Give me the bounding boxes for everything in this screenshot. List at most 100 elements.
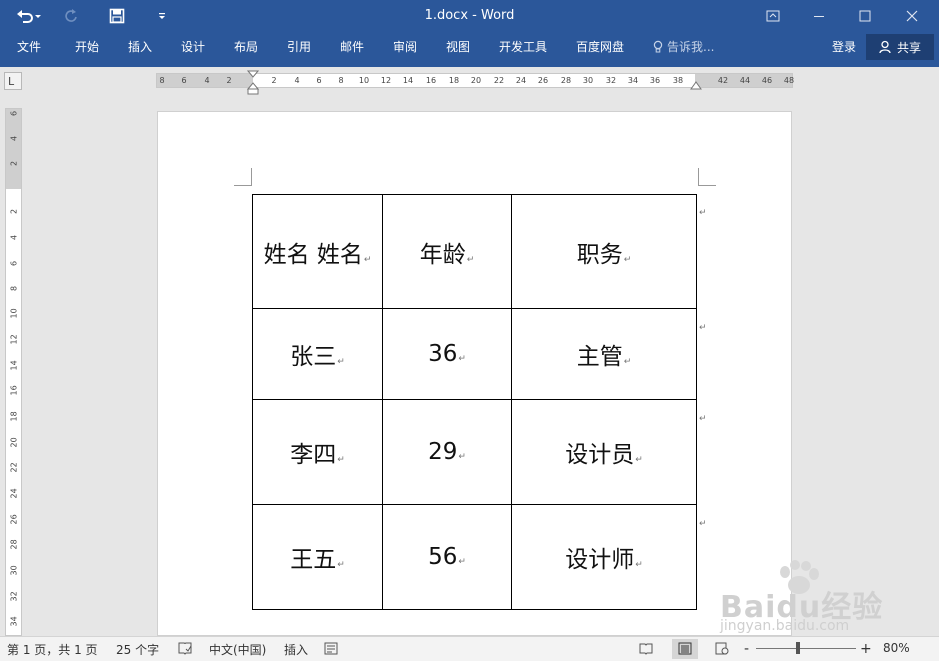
- minimize-icon[interactable]: [796, 0, 842, 32]
- ribbon-display-options-icon[interactable]: [750, 0, 796, 32]
- cell-text: 李四: [290, 442, 337, 468]
- ruler-number: 16: [425, 76, 437, 85]
- ruler-number: 38: [672, 76, 684, 85]
- ruler-number: 2: [9, 160, 19, 167]
- table-cell[interactable]: 王五↵: [252, 504, 383, 610]
- zoom-out-button[interactable]: -: [744, 641, 749, 657]
- table-cell[interactable]: 主管↵: [511, 308, 697, 400]
- zoom-slider-track[interactable]: [756, 648, 856, 649]
- ruler-number: 18: [9, 411, 19, 422]
- ruler-number: 30: [582, 76, 594, 85]
- vertical-ruler[interactable]: 6 4 2 2 4 6 8 10 12 14 16 18 20 22 24 26…: [5, 108, 22, 636]
- close-icon[interactable]: [889, 0, 935, 32]
- table-row: 姓名 姓名↵ 年龄↵ 职务↵: [252, 194, 697, 309]
- ribbon-tabs: 文件 开始 插入 设计 布局 引用 邮件 审阅 视图 开发工具 百度网盘 告诉我…: [0, 32, 939, 67]
- page-info[interactable]: 第 1 页，共 1 页: [7, 641, 98, 658]
- table-cell[interactable]: 张三↵: [252, 308, 383, 400]
- web-layout-icon[interactable]: [714, 641, 730, 656]
- login-link[interactable]: 登录: [832, 38, 856, 55]
- ruler-number: 48: [783, 76, 795, 85]
- cell-end-mark: ↵: [337, 560, 345, 570]
- read-mode-icon[interactable]: [638, 641, 654, 656]
- table-cell[interactable]: 56↵: [382, 504, 512, 610]
- table-cell[interactable]: 设计员↵: [511, 399, 697, 505]
- ruler-number: 12: [9, 334, 19, 345]
- maximize-icon[interactable]: [842, 0, 888, 32]
- tab-home[interactable]: 开始: [75, 38, 99, 55]
- title-bar: 1.docx - Word: [0, 0, 939, 32]
- table-cell[interactable]: 36↵: [382, 308, 512, 400]
- row-end-mark: ↵: [699, 323, 707, 333]
- cell-text: 设计师: [565, 547, 635, 573]
- tell-me-box[interactable]: 告诉我...: [653, 38, 714, 55]
- ruler-number: 4: [9, 135, 19, 142]
- ruler-number: 20: [470, 76, 482, 85]
- tab-review[interactable]: 审阅: [393, 38, 417, 55]
- ruler-number: 4: [294, 76, 300, 85]
- tab-stop-label: L: [8, 75, 15, 88]
- ruler-number: 2: [226, 76, 232, 85]
- zoom-in-button[interactable]: +: [860, 641, 872, 657]
- table-cell[interactable]: 职务↵: [511, 194, 697, 309]
- cell-end-mark: ↵: [458, 452, 466, 462]
- crop-mark-top-right: [698, 168, 716, 186]
- ruler-number: 6: [9, 260, 19, 267]
- zoom-level[interactable]: 80%: [883, 641, 910, 655]
- ruler-number: 4: [204, 76, 210, 85]
- cell-end-mark: ↵: [458, 354, 466, 364]
- tab-developer[interactable]: 开发工具: [499, 38, 547, 55]
- tab-layout[interactable]: 布局: [234, 38, 258, 55]
- table-row: 李四↵ 29↵ 设计员↵: [252, 399, 697, 505]
- proofing-icon[interactable]: [177, 641, 193, 656]
- cell-text: 主管: [576, 344, 623, 370]
- row-end-mark: ↵: [699, 519, 707, 529]
- baidu-watermark: Baidu经验 jingyan.baidu.com: [720, 560, 930, 634]
- watermark-url: jingyan.baidu.com: [720, 618, 850, 634]
- table-cell[interactable]: 年龄↵: [382, 194, 512, 309]
- zoom-slider-thumb[interactable]: [796, 642, 800, 654]
- table-row: 王五↵ 56↵ 设计师↵: [252, 504, 697, 610]
- table-cell[interactable]: 李四↵: [252, 399, 383, 505]
- ruler-number: 36: [649, 76, 661, 85]
- document-page[interactable]: 姓名 姓名↵ 年龄↵ 职务↵ 张三↵ 36↵ 主管↵ 李四↵ 29↵ 设计员↵ …: [157, 111, 792, 636]
- ruler-number: 6: [316, 76, 322, 85]
- ruler-number: 42: [717, 76, 729, 85]
- document-table[interactable]: 姓名 姓名↵ 年龄↵ 职务↵ 张三↵ 36↵ 主管↵ 李四↵ 29↵ 设计员↵ …: [252, 194, 697, 610]
- tab-mailings[interactable]: 邮件: [340, 38, 364, 55]
- tab-baidu-netdisk[interactable]: 百度网盘: [576, 38, 624, 55]
- status-bar: 第 1 页，共 1 页 25 个字 中文(中国) 插入 - + 80%: [0, 636, 939, 661]
- share-button[interactable]: 共享: [866, 34, 934, 60]
- tab-file[interactable]: 文件: [17, 38, 41, 55]
- print-layout-icon[interactable]: [677, 641, 693, 656]
- tab-view[interactable]: 视图: [446, 38, 470, 55]
- cell-text: 29: [428, 439, 458, 465]
- right-indent-marker-icon[interactable]: [690, 80, 702, 90]
- person-icon: [879, 40, 891, 54]
- ruler-number: 14: [402, 76, 414, 85]
- insert-mode[interactable]: 插入: [284, 641, 308, 658]
- tab-references[interactable]: 引用: [287, 38, 311, 55]
- indent-marker-icon[interactable]: [247, 70, 259, 96]
- ruler-number: 28: [560, 76, 572, 85]
- ruler-number: 22: [9, 462, 19, 473]
- cell-text: 设计员: [565, 442, 635, 468]
- table-cell[interactable]: 姓名 姓名↵: [252, 194, 383, 309]
- cell-text: 56: [428, 544, 458, 570]
- table-cell[interactable]: 29↵: [382, 399, 512, 505]
- ruler-number: 26: [9, 514, 19, 525]
- ruler-number: 16: [9, 385, 19, 396]
- crop-mark-top-left: [234, 168, 252, 186]
- horizontal-ruler[interactable]: 8 6 4 2 2 4 6 8 10 12 14 16 18 20 22 24 …: [156, 70, 795, 95]
- tab-stop-selector[interactable]: L: [4, 72, 22, 90]
- table-cell[interactable]: 设计师↵: [511, 504, 697, 610]
- tab-insert[interactable]: 插入: [128, 38, 152, 55]
- cell-text: 姓名 姓名: [263, 241, 363, 268]
- cell-end-mark: ↵: [458, 557, 466, 567]
- ruler-number: 6: [181, 76, 187, 85]
- word-count[interactable]: 25 个字: [116, 641, 159, 658]
- ruler-number: 32: [605, 76, 617, 85]
- tab-design[interactable]: 设计: [181, 38, 205, 55]
- language-indicator[interactable]: 中文(中国): [209, 641, 266, 658]
- macro-record-icon[interactable]: [323, 641, 339, 656]
- ruler-number: 34: [627, 76, 639, 85]
